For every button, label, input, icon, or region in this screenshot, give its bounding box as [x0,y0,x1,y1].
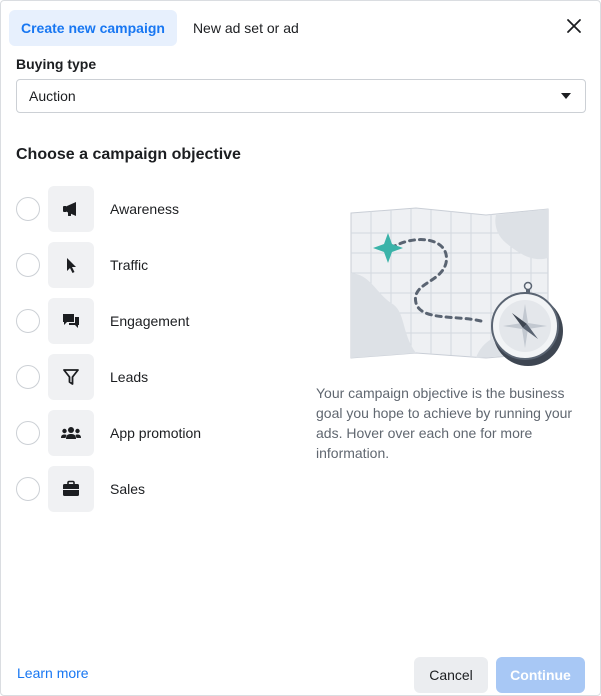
objective-app-promotion[interactable]: App promotion [16,410,301,456]
objective-label: Traffic [110,257,149,273]
objective-description: Your campaign objective is the business … [316,385,573,461]
objective-label: Engagement [110,313,190,329]
people-icon [48,410,94,456]
briefcase-icon [48,466,94,512]
map-compass-illustration [346,203,566,371]
objective-label: App promotion [110,425,202,441]
tab-new-ad-set-or-ad[interactable]: New ad set or ad [181,10,311,46]
buying-type-value: Auction [29,88,76,104]
objective-leads[interactable]: Leads [16,354,301,400]
objective-radio[interactable] [16,477,40,501]
objective-label: Leads [110,369,149,385]
close-button[interactable] [562,14,586,38]
objective-radio[interactable] [16,365,40,389]
continue-button[interactable]: Continue [496,657,585,693]
tab-create-new-campaign[interactable]: Create new campaign [9,10,177,46]
megaphone-icon [48,186,94,232]
objective-list: Awareness Traffic Engagement Leads App p… [16,186,301,522]
objective-heading: Choose a campaign objective [16,146,241,163]
filter-icon [48,354,94,400]
objective-radio[interactable] [16,309,40,333]
objective-radio[interactable] [16,253,40,277]
objective-label: Sales [110,481,146,497]
buying-type-select[interactable]: Auction [16,79,586,113]
cursor-icon [48,242,94,288]
objective-engagement[interactable]: Engagement [16,298,301,344]
objective-label: Awareness [110,201,180,217]
cancel-button[interactable]: Cancel [414,657,488,693]
create-campaign-dialog: Create new campaign New ad set or ad Buy… [0,0,601,696]
dialog-tabs: Create new campaign New ad set or ad [9,10,311,46]
chat-bubbles-icon [48,298,94,344]
close-icon [567,19,581,33]
objective-radio[interactable] [16,197,40,221]
learn-more-link[interactable]: Learn more [17,665,89,681]
objective-awareness[interactable]: Awareness [16,186,301,232]
objective-radio[interactable] [16,421,40,445]
objective-sales[interactable]: Sales [16,466,301,512]
caret-down-icon [561,93,571,99]
buying-type-label: Buying type [16,56,97,72]
objective-traffic[interactable]: Traffic [16,242,301,288]
